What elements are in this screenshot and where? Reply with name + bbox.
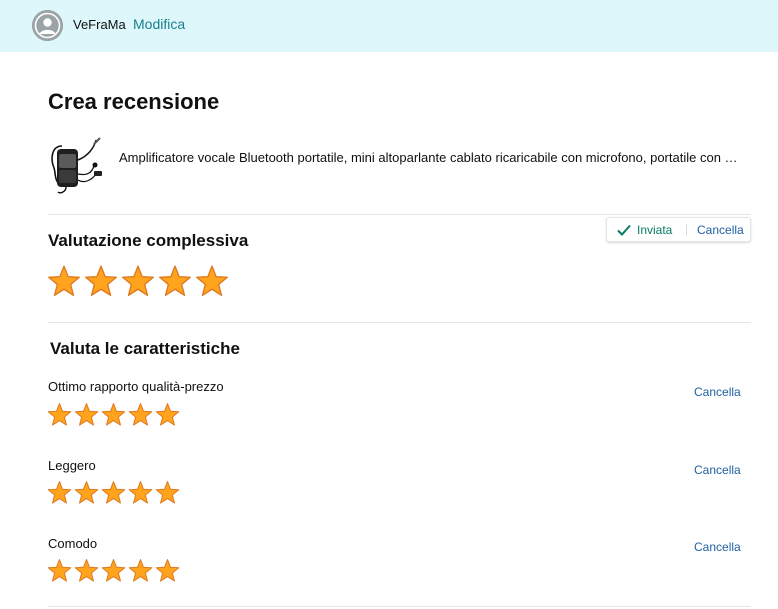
star-filled-icon[interactable] — [155, 558, 180, 583]
avatar[interactable] — [32, 10, 63, 41]
feature-label-value: Ottimo rapporto qualità-prezzo — [48, 379, 224, 394]
star-filled-icon[interactable] — [121, 264, 155, 298]
star-filled-icon[interactable] — [155, 480, 180, 505]
feature-star-rating-light[interactable] — [47, 480, 182, 505]
star-filled-icon[interactable] — [74, 480, 99, 505]
feature-cancel-comfortable[interactable]: Cancella — [694, 540, 741, 554]
divider — [48, 214, 751, 215]
user-icon — [32, 10, 63, 41]
star-filled-icon[interactable] — [84, 264, 118, 298]
star-filled-icon[interactable] — [128, 558, 153, 583]
star-filled-icon[interactable] — [101, 480, 126, 505]
edit-profile-link[interactable]: Modifica — [133, 16, 185, 32]
feature-label-comfortable: Comodo — [48, 536, 98, 551]
star-filled-icon[interactable] — [74, 558, 99, 583]
username: VeFraMa — [73, 17, 126, 32]
submission-status: Inviata | Cancella — [606, 217, 751, 242]
overall-rating-title: Valutazione complessiva — [48, 231, 249, 250]
feature-star-rating-value[interactable] — [47, 402, 182, 427]
check-icon — [617, 224, 631, 236]
divider — [48, 322, 751, 323]
star-filled-icon[interactable] — [47, 264, 81, 298]
star-filled-icon[interactable] — [128, 480, 153, 505]
divider — [48, 606, 751, 607]
page-title: Crea recensione — [48, 89, 220, 114]
feature-cancel-value[interactable]: Cancella — [694, 385, 741, 399]
overall-star-rating[interactable] — [47, 264, 232, 298]
overall-cancel-link[interactable]: Cancella — [697, 223, 744, 237]
star-filled-icon[interactable] — [47, 402, 72, 427]
star-filled-icon[interactable] — [101, 402, 126, 427]
star-filled-icon[interactable] — [128, 402, 153, 427]
feature-label-light: Leggero — [48, 458, 96, 473]
star-filled-icon[interactable] — [47, 480, 72, 505]
star-filled-icon[interactable] — [47, 558, 72, 583]
feature-cancel-light[interactable]: Cancella — [694, 463, 741, 477]
star-filled-icon[interactable] — [101, 558, 126, 583]
top-bar: VeFraMa Modifica — [0, 0, 778, 52]
features-title: Valuta le caratteristiche — [50, 339, 240, 358]
product-title: Amplificatore vocale Bluetooth portatile… — [119, 150, 744, 165]
star-filled-icon[interactable] — [195, 264, 229, 298]
star-filled-icon[interactable] — [158, 264, 192, 298]
star-filled-icon[interactable] — [74, 402, 99, 427]
feature-star-rating-comfortable[interactable] — [47, 558, 182, 583]
status-label: Inviata — [637, 223, 673, 237]
product-image — [48, 136, 106, 198]
separator: | — [685, 222, 689, 236]
star-filled-icon[interactable] — [155, 402, 180, 427]
